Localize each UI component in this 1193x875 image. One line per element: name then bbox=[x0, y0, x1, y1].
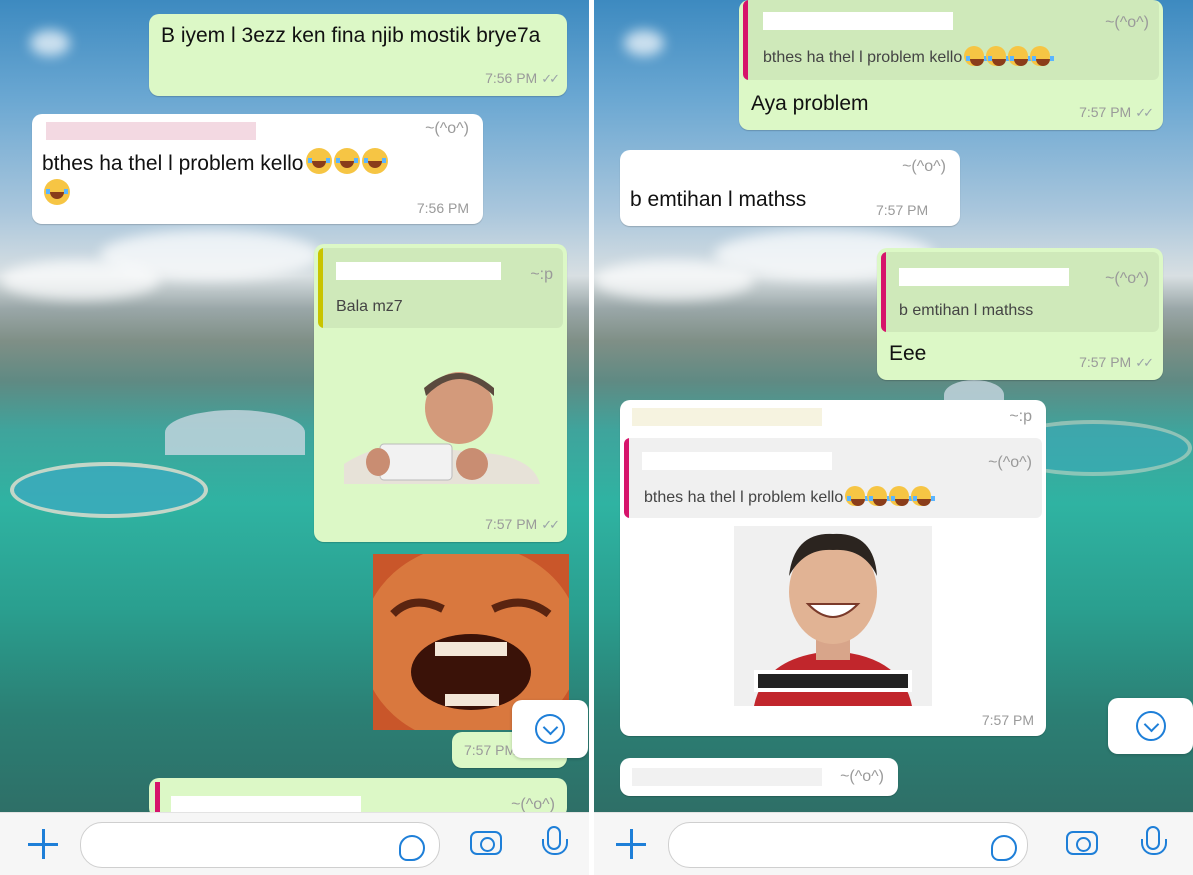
redacted-sender bbox=[171, 796, 361, 812]
message-outgoing-reply[interactable]: ~(^o^) bthes ha thel l problem kello Aya… bbox=[739, 0, 1163, 130]
redacted-sender bbox=[899, 268, 1069, 286]
redacted-sender bbox=[336, 262, 501, 280]
message-text: B iyem l 3ezz ken fina njib mostik brye7… bbox=[161, 24, 541, 47]
chat-panel-left: B iyem l 3ezz ken fina njib mostik brye7… bbox=[0, 0, 589, 875]
message-composer bbox=[0, 812, 589, 875]
quoted-message[interactable]: ~:p Bala mz7 bbox=[318, 248, 563, 328]
message-outgoing-reply[interactable]: ~(^o^) b emtihan l mathss Eee 7:57 PM ✓✓ bbox=[877, 248, 1163, 380]
camera-icon[interactable] bbox=[1066, 831, 1098, 855]
message-time: 7:56 PM ✓✓ bbox=[485, 70, 560, 86]
message-time: 7:56 PM bbox=[416, 200, 469, 216]
quote-text: b emtihan l mathss bbox=[899, 302, 1034, 319]
quote-bar bbox=[318, 248, 323, 328]
quote-nickname: ~(^o^) bbox=[1105, 270, 1149, 287]
message-composer bbox=[594, 812, 1193, 875]
read-ticks-icon: ✓✓ bbox=[541, 71, 560, 86]
emoji-joy-icon bbox=[986, 46, 1011, 66]
quoted-message[interactable]: ~(^o^) b emtihan l mathss bbox=[881, 252, 1159, 332]
camera-icon[interactable] bbox=[470, 831, 502, 855]
sender-nickname: ~(^o^) bbox=[902, 158, 946, 175]
emoji-joy-icon bbox=[361, 148, 388, 174]
redacted-sender bbox=[46, 122, 256, 140]
sender-nickname: ~(^o^) bbox=[840, 768, 884, 785]
message-text: Eee bbox=[889, 342, 927, 365]
quoted-message[interactable]: ~(^o^) bthes ha thel l problem kello bbox=[743, 0, 1159, 80]
sender-nickname: ~(^o^) bbox=[425, 120, 469, 137]
quote-text: bthes ha thel l problem kello bbox=[644, 486, 936, 507]
quoted-message[interactable]: ~(^o^) bthes ha thel l problem kello bbox=[624, 438, 1042, 518]
message-time: 7:57 PM✓✓ bbox=[1079, 104, 1154, 120]
quote-bar bbox=[743, 0, 748, 80]
scroll-to-bottom-button[interactable] bbox=[512, 700, 588, 758]
message-incoming-partial[interactable]: ~(^o^) bbox=[620, 758, 898, 796]
emoji-joy-icon bbox=[964, 46, 989, 66]
quote-bar bbox=[624, 438, 629, 518]
chat-panel-right: ~(^o^) bthes ha thel l problem kello Aya… bbox=[594, 0, 1193, 875]
quote-nickname: ~:p bbox=[530, 266, 553, 283]
message-text: b emtihan l mathss bbox=[630, 188, 807, 211]
sticker-image[interactable] bbox=[344, 368, 540, 484]
redacted-sender bbox=[632, 768, 822, 786]
sender-nickname: ~:p bbox=[1009, 408, 1032, 425]
message-time: 7:57 PM✓✓ bbox=[485, 516, 560, 532]
emoji-joy-icon bbox=[333, 148, 360, 174]
redacted-sender bbox=[642, 452, 832, 470]
read-ticks-icon: ✓✓ bbox=[1135, 355, 1154, 370]
message-text: bthes ha thel l problem kello bbox=[42, 148, 472, 210]
emoji-joy-icon bbox=[845, 486, 870, 506]
message-time: 7:57 PM bbox=[981, 712, 1034, 728]
scroll-to-bottom-button[interactable] bbox=[1108, 698, 1193, 754]
read-ticks-icon: ✓✓ bbox=[541, 517, 560, 532]
message-outgoing[interactable]: B iyem l 3ezz ken fina njib mostik brye7… bbox=[149, 14, 567, 96]
message-time: 7:57 PM✓✓ bbox=[1079, 354, 1154, 370]
read-ticks-icon: ✓✓ bbox=[1135, 105, 1154, 120]
quote-text: Bala mz7 bbox=[336, 298, 403, 315]
quote-bar bbox=[881, 252, 886, 332]
quote-text: bthes ha thel l problem kello bbox=[763, 46, 1055, 67]
sticker-image[interactable] bbox=[734, 526, 932, 706]
emoji-joy-icon bbox=[1030, 46, 1055, 66]
emoji-joy-icon bbox=[1008, 46, 1033, 66]
emoji-joy-icon bbox=[44, 179, 70, 205]
sticker-icon[interactable] bbox=[991, 835, 1017, 861]
redacted-sender bbox=[632, 408, 822, 426]
message-text: Aya problem bbox=[751, 92, 869, 115]
emoji-joy-icon bbox=[889, 486, 914, 506]
quote-nickname: ~(^o^) bbox=[988, 454, 1032, 471]
emoji-joy-icon bbox=[867, 486, 892, 506]
message-incoming[interactable]: ~(^o^) bthes ha thel l problem kello 7:5… bbox=[32, 114, 483, 224]
microphone-icon[interactable] bbox=[1141, 826, 1167, 855]
redacted-sender bbox=[763, 12, 953, 30]
plus-icon[interactable] bbox=[26, 827, 60, 861]
message-time: 7:57 PM bbox=[876, 202, 929, 218]
redacted-sender bbox=[632, 158, 812, 176]
emoji-joy-icon bbox=[305, 148, 332, 174]
microphone-icon[interactable] bbox=[542, 826, 568, 855]
emoji-joy-icon bbox=[911, 486, 936, 506]
sticker-icon[interactable] bbox=[399, 835, 425, 861]
message-input[interactable] bbox=[80, 822, 440, 868]
message-incoming[interactable]: ~(^o^) b emtihan l mathss 7:57 PM bbox=[620, 150, 960, 226]
quote-nickname: ~(^o^) bbox=[1105, 14, 1149, 31]
plus-icon[interactable] bbox=[614, 827, 648, 861]
message-input[interactable] bbox=[668, 822, 1028, 868]
message-outgoing-reply[interactable]: ~:p Bala mz7 7:57 PM ✓✓ bbox=[314, 244, 567, 542]
message-incoming-reply[interactable]: ~:p ~(^o^) bthes ha thel l problem kello… bbox=[620, 400, 1046, 736]
